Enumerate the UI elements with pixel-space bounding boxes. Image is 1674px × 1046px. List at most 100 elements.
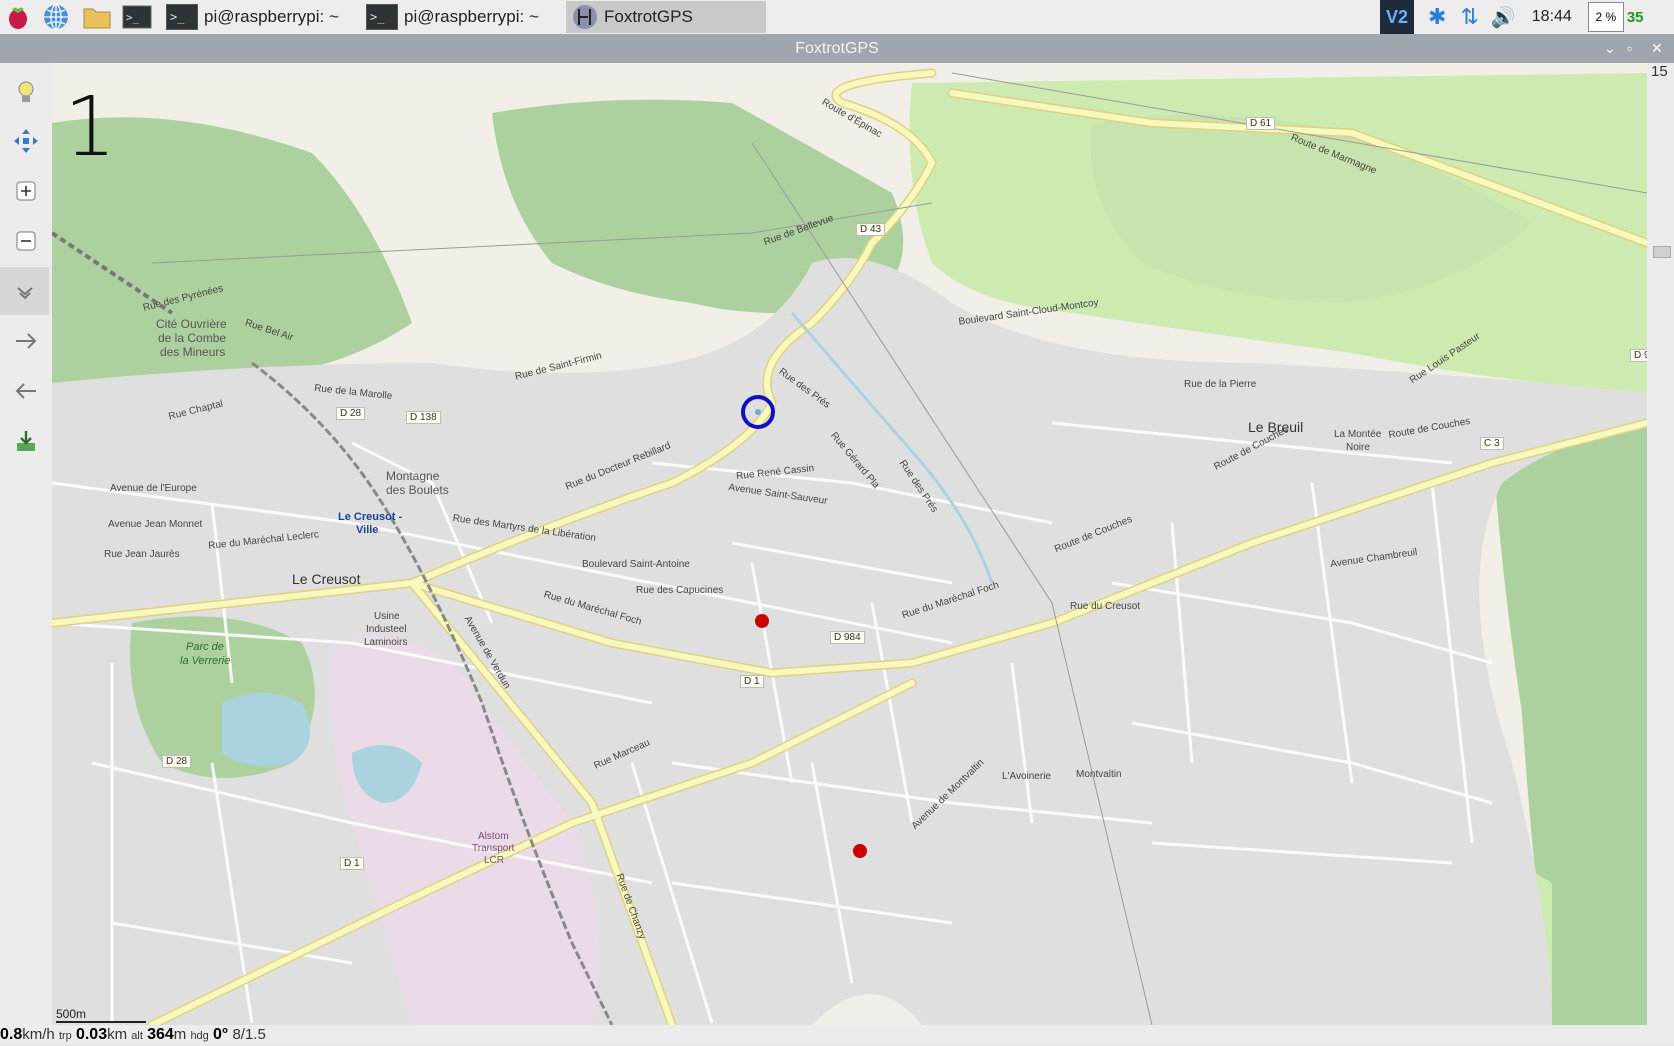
park-label: Parc de	[186, 641, 224, 653]
download-button[interactable]	[6, 421, 46, 461]
road-ref: D 1	[340, 857, 364, 870]
road-ref: D 28	[336, 407, 366, 420]
map-label: Montagne	[386, 469, 440, 483]
road-ref: C 3	[1480, 437, 1504, 450]
map-label: L'Avoinerie	[1002, 771, 1051, 782]
task-foxtrotgps[interactable]: FoxtrotGPS	[566, 1, 766, 33]
road-ref: D 61	[1246, 117, 1276, 130]
close-icon[interactable]: ✕	[1651, 34, 1663, 63]
trip-unit: km	[107, 1026, 128, 1043]
window-title: FoxtrotGPS	[795, 40, 879, 57]
map-label: de la Combe	[158, 331, 227, 345]
zoom-scale-label: 15	[1651, 63, 1668, 80]
minimize-icon[interactable]: ⌄	[1604, 34, 1616, 63]
map-label: des Mineurs	[160, 345, 226, 359]
download-icon	[17, 431, 35, 451]
vnc-icon[interactable]: V2	[1380, 0, 1414, 34]
map-view[interactable]: Cité Ouvrière de la Combe des Mineurs Le…	[52, 63, 1647, 1025]
street-label: Rue de la Pierre	[1184, 379, 1257, 390]
station-label: Ville	[356, 524, 379, 536]
maximize-icon[interactable]: ▫	[1627, 34, 1632, 63]
street-label: Avenue Jean Monnet	[108, 519, 203, 530]
street-label: Rue du Creusot	[1070, 601, 1141, 612]
task-label: pi@raspberrypi: ~	[204, 7, 339, 26]
toolbar	[0, 63, 53, 1025]
browser-globe-icon[interactable]	[42, 3, 70, 31]
task-terminal-2[interactable]: >_ pi@raspberrypi: ~	[366, 1, 546, 33]
task-label: FoxtrotGPS	[604, 7, 693, 26]
alt-value: 364	[147, 1026, 174, 1043]
road-ref: D 28	[162, 755, 192, 768]
speed-value: 0.8	[0, 1026, 23, 1043]
hdg-value: 0°	[212, 1026, 229, 1043]
street-label: Boulevard Saint-Antoine	[582, 559, 690, 570]
map-tiles	[52, 68, 1647, 1025]
zoom-in-icon	[16, 181, 36, 201]
map-label: Cité Ouvrière	[156, 317, 227, 331]
terminal-icon: >_	[366, 4, 398, 30]
speed-unit: km/h	[22, 1026, 55, 1043]
zoom-level-indicator: 1	[64, 80, 117, 175]
network-icon[interactable]: ⇅	[1460, 4, 1478, 30]
bluetooth-icon[interactable]: ✱	[1428, 4, 1446, 30]
file-manager-folder-icon[interactable]	[82, 3, 111, 31]
zoom-out-button[interactable]	[6, 221, 46, 261]
terminal-icon: >_	[166, 4, 198, 30]
zoom-in-button[interactable]	[6, 171, 46, 211]
clock[interactable]: 18:44	[1532, 8, 1572, 26]
road-ref: D 9	[1630, 349, 1647, 362]
taskbar: >_ >_ pi@raspberrypi: ~ >_ pi@raspberryp…	[0, 0, 1674, 35]
map-label: LCR	[484, 855, 505, 866]
hospital-icon	[755, 614, 769, 628]
hospital-icon	[853, 844, 867, 858]
arrow-left-icon	[15, 383, 36, 399]
map-label: Alstom	[478, 831, 509, 842]
satellite-info: 8/1.5	[232, 1026, 266, 1043]
pin-icon	[16, 287, 33, 300]
svg-text:>_: >_	[126, 11, 140, 24]
task-terminal-1[interactable]: >_ pi@raspberrypi: ~	[166, 1, 346, 33]
raspberry-menu-icon[interactable]	[4, 3, 32, 31]
map-label: Laminoirs	[364, 637, 408, 648]
arrow-right-icon	[16, 333, 37, 349]
park-label: la Verrerie	[180, 655, 231, 667]
water-pond	[222, 693, 310, 767]
fullscreen-button[interactable]	[0, 267, 49, 315]
zoom-scrollbar[interactable]: 15	[1647, 63, 1674, 1025]
foxtrotgps-app-icon	[573, 5, 597, 29]
status-bar: 0.8km/h trp 0.03km alt 364m hdg 0° 8/1.5	[0, 1025, 1674, 1044]
map-label: Industeel	[366, 624, 407, 635]
task-label: pi@raspberrypi: ~	[404, 7, 539, 26]
scale-bar: 500m	[56, 1007, 147, 1023]
temperature-monitor: 35	[1626, 8, 1644, 26]
street-label: Avenue de l'Europe	[110, 483, 197, 494]
road-ref: D 43	[856, 223, 886, 236]
window-titlebar[interactable]: FoxtrotGPS ⌄ ▫ ✕	[0, 34, 1674, 63]
road-ref: D 1	[740, 675, 764, 688]
map-label: Montvaltin	[1076, 769, 1122, 780]
move-arrows-icon	[14, 129, 38, 153]
scale-label: 500m	[56, 1007, 147, 1023]
autocenter-button[interactable]	[6, 121, 46, 161]
volume-icon[interactable]: 🔊	[1491, 5, 1516, 30]
back-button[interactable]	[6, 371, 46, 411]
lightbulb-icon	[18, 81, 34, 102]
street-label: Rue des Capucines	[636, 585, 724, 596]
map-label: des Boulets	[386, 483, 449, 497]
map-label: La Montée	[1334, 429, 1382, 440]
zoom-out-icon	[16, 231, 36, 251]
town-label: Le Creusot	[292, 571, 361, 587]
system-tray: V2 ✱ ⇅ 🔊 18:44 2 % 35	[1380, 0, 1674, 34]
terminal-launcher-icon[interactable]: >_	[122, 3, 152, 31]
alt-label: alt	[131, 1030, 143, 1042]
lightbulb-button[interactable]	[6, 73, 46, 113]
map-label: Noire	[1346, 442, 1370, 453]
alt-unit: m	[173, 1026, 187, 1043]
forward-button[interactable]	[6, 321, 46, 361]
station-label: Le Creusot -	[338, 511, 403, 523]
trip-value: 0.03	[75, 1026, 108, 1043]
zoom-slider-thumb[interactable]	[1653, 246, 1671, 258]
cpu-monitor[interactable]: 2 %	[1587, 2, 1624, 32]
map-label: Transport	[472, 843, 515, 854]
road-ref: D 138	[406, 411, 441, 424]
